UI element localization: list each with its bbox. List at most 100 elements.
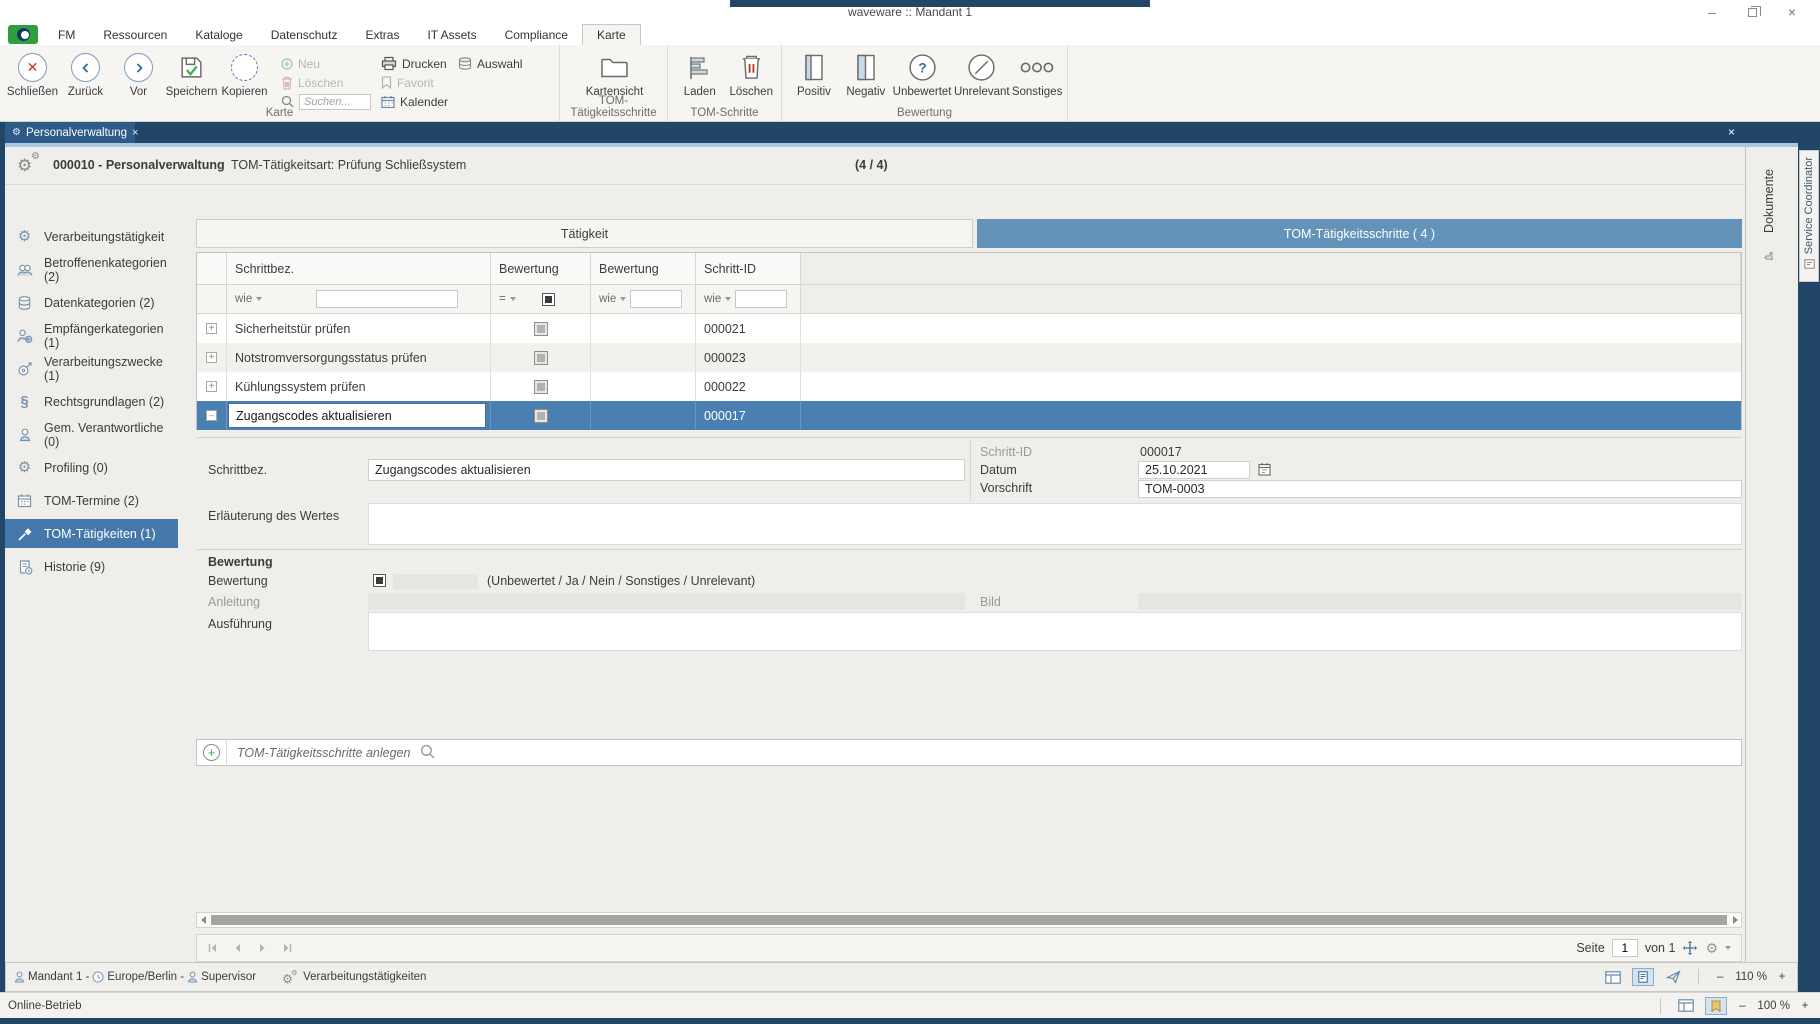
- restore-button[interactable]: [1732, 0, 1772, 24]
- add-step-row[interactable]: + TOM-Tätigkeitsschritte anlegen: [196, 739, 1742, 766]
- filter-checkbox[interactable]: [542, 293, 555, 306]
- next-page-icon[interactable]: [257, 942, 268, 954]
- zoom-in-button[interactable]: +: [1775, 971, 1789, 983]
- bewertung-checkbox[interactable]: [534, 351, 548, 365]
- bookmark-view-button[interactable]: [1705, 997, 1727, 1015]
- vor-button[interactable]: Vor: [112, 49, 165, 98]
- document-view-button[interactable]: [1632, 968, 1654, 986]
- layout-view-button[interactable]: [1675, 997, 1697, 1015]
- page-number-input[interactable]: [1612, 939, 1638, 957]
- tab-tom-taetigkeitsschritte[interactable]: TOM-Tätigkeitsschritte ( 4 ): [977, 219, 1742, 248]
- date-picker-icon[interactable]: [1258, 462, 1271, 479]
- pin-icon[interactable]: [1764, 252, 1776, 266]
- bewertung-checkbox[interactable]: [534, 322, 548, 336]
- sonstiges-button[interactable]: Sonstiges: [1011, 49, 1063, 98]
- row-expand-icon[interactable]: [206, 352, 217, 363]
- scroll-right-arrow[interactable]: [1729, 913, 1741, 927]
- minimize-button[interactable]: –: [1692, 0, 1732, 24]
- menu-tab-extras[interactable]: Extras: [351, 24, 413, 45]
- column-header-schrittbez[interactable]: Schrittbez.: [227, 253, 491, 285]
- table-row-selected[interactable]: Zugangscodes aktualisieren 000017: [197, 401, 1741, 430]
- favorit-button[interactable]: Favorit: [381, 73, 448, 92]
- loeschen-schritte-button[interactable]: Löschen: [726, 49, 778, 98]
- send-view-button[interactable]: [1662, 968, 1684, 986]
- vorschrift-input[interactable]: [1138, 480, 1742, 498]
- datum-input[interactable]: [1138, 461, 1250, 479]
- menu-tab-kataloge[interactable]: Kataloge: [181, 24, 256, 45]
- scroll-left-arrow[interactable]: [197, 913, 209, 927]
- bewertung-checkbox[interactable]: [373, 574, 386, 587]
- zoom-out-button[interactable]: –: [1713, 971, 1727, 983]
- bewertung-value-field[interactable]: [393, 574, 478, 589]
- search-icon[interactable]: [420, 744, 435, 762]
- chevron-down-icon[interactable]: [725, 297, 731, 301]
- add-step-button[interactable]: +: [197, 740, 227, 765]
- negativ-button[interactable]: Negativ: [840, 49, 892, 98]
- bewertung-checkbox[interactable]: [534, 409, 548, 423]
- column-header-bewertung1[interactable]: Bewertung: [491, 253, 591, 285]
- filter-input-schritt-id[interactable]: [735, 290, 787, 308]
- tab-taetigkeit[interactable]: Tätigkeit: [196, 219, 973, 248]
- unrelevant-button[interactable]: Unrelevant: [952, 49, 1011, 98]
- filter-op[interactable]: wie: [704, 293, 721, 305]
- sidebar-item-tom-termine[interactable]: TOM-Termine (2): [5, 486, 178, 515]
- laden-button[interactable]: Laden: [674, 49, 726, 98]
- zurueck-button[interactable]: Zurück: [59, 49, 112, 98]
- chevron-down-icon[interactable]: [1725, 946, 1731, 950]
- row-expand-icon[interactable]: [206, 381, 217, 392]
- row-collapse-icon[interactable]: [206, 410, 217, 421]
- filter-input-bewertung[interactable]: [630, 290, 682, 308]
- neu-button[interactable]: Neu: [281, 54, 371, 73]
- prev-page-icon[interactable]: [232, 942, 243, 954]
- erlaeuterung-field[interactable]: [368, 503, 1742, 545]
- menu-tab-it-assets[interactable]: IT Assets: [413, 24, 490, 45]
- kartensicht-button[interactable]: Kartensicht: [570, 49, 660, 98]
- loeschen-small-button[interactable]: Löschen: [281, 73, 371, 92]
- row-expand-icon[interactable]: [206, 323, 217, 334]
- zoom-in-button[interactable]: +: [1798, 1000, 1812, 1012]
- sidebar-item-gem-verantwortliche[interactable]: Gem. Verantwortliche (0): [5, 420, 178, 449]
- last-page-icon[interactable]: [282, 942, 293, 954]
- layout-view-button[interactable]: [1602, 968, 1624, 986]
- dokumente-panel-tab[interactable]: Dokumente: [1745, 147, 1798, 962]
- column-header-bewertung2[interactable]: Bewertung: [591, 253, 696, 285]
- sidebar-item-rechtsgrundlagen[interactable]: § Rechtsgrundlagen (2): [5, 387, 178, 416]
- first-page-icon[interactable]: [207, 942, 218, 954]
- table-row[interactable]: Sicherheitstür prüfen 000021: [197, 314, 1741, 343]
- sidebar-item-datenkategorien[interactable]: Datenkategorien (2): [5, 288, 178, 317]
- positiv-button[interactable]: Positiv: [788, 49, 840, 98]
- app-logo-button[interactable]: [8, 25, 38, 44]
- sidebar-item-betroffenenkategorien[interactable]: Betroffenenkategorien (2): [5, 255, 178, 284]
- bewertung-checkbox[interactable]: [534, 380, 548, 394]
- auswahl-button[interactable]: Auswahl: [458, 54, 522, 73]
- menu-tab-fm[interactable]: FM: [44, 24, 89, 45]
- chevron-down-icon[interactable]: [620, 297, 626, 301]
- menu-tab-compliance[interactable]: Compliance: [491, 24, 582, 45]
- filter-op[interactable]: wie: [599, 293, 616, 305]
- sidebar-item-empfaengerkategorien[interactable]: Empfängerkategorien (1): [5, 321, 178, 350]
- zoom-out-button[interactable]: –: [1735, 1000, 1749, 1012]
- sidebar-item-verarbeitungstaetigkeit[interactable]: ⚙ Verarbeitungstätigkeit: [5, 222, 178, 251]
- panel-close-icon[interactable]: ×: [1728, 125, 1735, 139]
- scrollbar-thumb[interactable]: [211, 915, 1727, 925]
- menu-tab-ressourcen[interactable]: Ressourcen: [89, 24, 181, 45]
- unbewertet-button[interactable]: ? Unbewertet: [892, 49, 953, 98]
- schliessen-button[interactable]: ✕ Schließen: [6, 49, 59, 98]
- horizontal-scrollbar[interactable]: [196, 912, 1742, 928]
- cell-schrittbez-editing[interactable]: Zugangscodes aktualisieren: [228, 403, 486, 428]
- table-row[interactable]: Notstromversorgungsstatus prüfen 000023: [197, 343, 1741, 372]
- sidebar-item-tom-taetigkeiten[interactable]: TOM-Tätigkeiten (1): [5, 519, 178, 548]
- ausfuehrung-field[interactable]: [368, 612, 1742, 651]
- pager-settings-gear-icon[interactable]: ⚙: [1705, 941, 1718, 955]
- chevron-down-icon[interactable]: [510, 297, 516, 301]
- schrittbez-input[interactable]: [368, 459, 965, 481]
- sidebar-item-historie[interactable]: Historie (9): [5, 552, 178, 581]
- fit-columns-icon[interactable]: [1682, 940, 1698, 956]
- filter-input-schrittbez[interactable]: [316, 290, 458, 308]
- kopieren-button[interactable]: Kopieren: [218, 49, 271, 98]
- column-header-schritt-id[interactable]: Schritt-ID: [696, 253, 801, 285]
- doc-tab-personalverwaltung[interactable]: ⚙ Personalverwaltung ×: [5, 122, 135, 143]
- speichern-button[interactable]: Speichern: [165, 49, 218, 98]
- chevron-down-icon[interactable]: [256, 297, 262, 301]
- table-row[interactable]: Kühlungssystem prüfen 000022: [197, 372, 1741, 401]
